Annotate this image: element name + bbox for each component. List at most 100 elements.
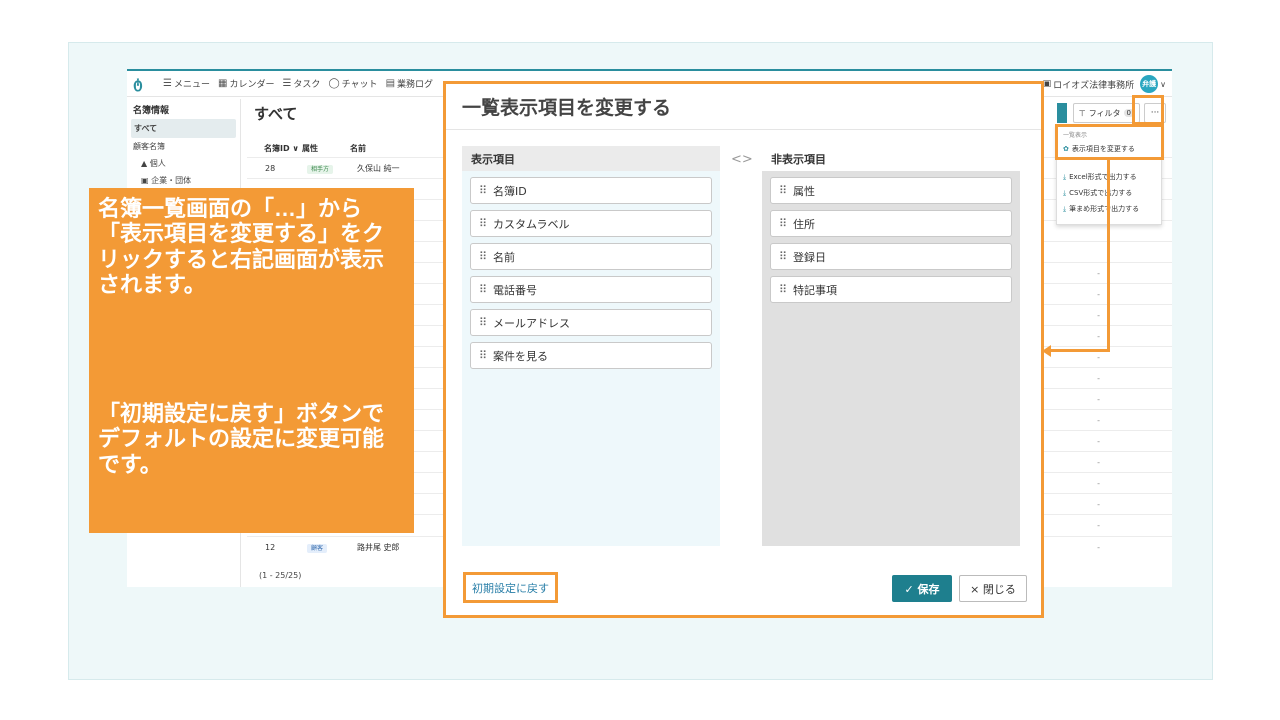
- office-name: ロイオズ法律事務所: [1053, 80, 1135, 91]
- drag-handle-icon[interactable]: ⠿: [471, 316, 493, 329]
- arrow-connector: [1049, 349, 1110, 352]
- nav-work-log[interactable]: ▤ 業務ログ: [386, 77, 433, 90]
- hidden-columns-list: ⠿ 属性 ⠿ 住所 ⠿ 登録日 ⠿ 特記事項: [762, 171, 1020, 303]
- column-item[interactable]: ⠿ 案件を見る: [470, 342, 712, 369]
- drag-handle-icon[interactable]: ⠿: [771, 250, 793, 263]
- drag-handle-icon[interactable]: ⠿: [471, 217, 493, 230]
- nav-menu[interactable]: ☰ メニュー: [163, 77, 210, 90]
- modal-title: 一覧表示項目を変更する: [446, 84, 1041, 130]
- sidebar-item-individual-label: 個人: [149, 159, 166, 168]
- nav-calendar[interactable]: ▦ カレンダー: [218, 77, 274, 90]
- close-button[interactable]: × 閉じる: [959, 575, 1027, 602]
- drag-handle-icon[interactable]: ⠿: [771, 283, 793, 296]
- drag-handle-icon[interactable]: ⠿: [471, 283, 493, 296]
- sidebar-item-company-label: 企業・団体: [151, 176, 192, 185]
- visible-columns-list: ⠿ 名簿ID ⠿ カスタムラベル ⠿ 名前 ⠿ 電話番号 ⠿ メールアドレス ⠿ 案件を見る: [462, 171, 720, 369]
- column-item[interactable]: ⠿ 住所: [770, 210, 1012, 237]
- status-badge: 顧客: [307, 543, 328, 553]
- column-item-label: 名前: [493, 250, 515, 264]
- row-id: 12: [265, 542, 276, 552]
- drag-handle-icon[interactable]: ⠿: [771, 184, 793, 197]
- add-button[interactable]: [1056, 103, 1067, 123]
- row-empty-value: -: [1097, 478, 1100, 488]
- avatar[interactable]: 弁護: [1140, 75, 1159, 93]
- nav-calendar-label: カレンダー: [229, 80, 275, 90]
- row-empty-value: -: [1097, 310, 1100, 320]
- column-item[interactable]: ⠿ 電話番号: [470, 276, 712, 303]
- column-item-label: 電話番号: [493, 283, 537, 297]
- column-id[interactable]: 名簿ID ∨: [247, 143, 302, 154]
- drag-handle-icon[interactable]: ⠿: [471, 250, 493, 263]
- column-item-label: 特記事項: [793, 283, 837, 297]
- callout-text-reset: 「初期設定に戻す」ボタンでデフォルトの設定に変更可能です。: [98, 401, 385, 477]
- sidebar-item-all[interactable]: すべて: [131, 119, 236, 138]
- hidden-columns-panel: 非表示項目 ⠿ 属性 ⠿ 住所 ⠿ 登録日 ⠿ 特記事項: [762, 146, 1020, 546]
- hidden-columns-title: 非表示項目: [762, 146, 1020, 171]
- callout-text-open-dialog: 名簿一覧画面の「…」から「表示項目を変更する」をクリックすると右記画面が表示され…: [98, 196, 385, 297]
- row-attr: 顧客: [287, 543, 357, 553]
- row-name: 路井尾 史郎: [357, 542, 400, 552]
- row-empty-value: -: [1097, 542, 1100, 552]
- hamburger-icon: ☰: [163, 78, 172, 89]
- reset-defaults-button[interactable]: 初期設定に戻す: [463, 572, 558, 603]
- column-attr[interactable]: 属性: [302, 143, 350, 154]
- row-name: 久保山 純一: [357, 163, 400, 173]
- column-item[interactable]: ⠿ 名前: [470, 243, 712, 270]
- sidebar-item-individual[interactable]: ▲ 個人: [127, 155, 240, 172]
- column-item[interactable]: ⠿ 属性: [770, 177, 1012, 204]
- download-icon: ⤓: [1063, 172, 1067, 181]
- visible-columns-panel: 表示項目 ⠿ 名簿ID ⠿ カスタムラベル ⠿ 名前 ⠿ 電話番号 ⠿ メールアドレス ⠿…: [462, 146, 720, 546]
- chat-icon: ◯: [328, 78, 340, 89]
- drag-handle-icon[interactable]: ⠿: [471, 349, 493, 362]
- task-list-icon: ☰: [282, 78, 292, 89]
- pagination-count: (1 - 25/25): [259, 571, 302, 580]
- sidebar-title: 名簿情報: [133, 106, 170, 116]
- filter-icon: ⊤: [1078, 108, 1086, 118]
- row-empty-value: -: [1097, 394, 1100, 404]
- save-button[interactable]: ✓ 保存: [892, 575, 952, 602]
- menu-item-export-fudemame-label: 筆まめ形式で出力する: [1069, 205, 1140, 213]
- filter-button[interactable]: ⊤ フィルタ 0: [1072, 103, 1140, 123]
- row-id: 28: [265, 163, 276, 173]
- download-icon: ⤓: [1063, 188, 1067, 197]
- download-icon: ⤓: [1063, 204, 1067, 213]
- row-empty-value: -: [1097, 520, 1100, 530]
- menu-item-export-csv-label: CSV形式で出力する: [1069, 189, 1133, 197]
- nav-menu-label: メニュー: [173, 80, 210, 90]
- row-empty-value: -: [1097, 268, 1100, 278]
- office-selector[interactable]: ▣ ロイオズ法律事務所: [1043, 78, 1135, 91]
- app-logo-icon[interactable]: ტ: [133, 76, 155, 92]
- row-empty-value: -: [1097, 373, 1100, 383]
- chevron-down-icon[interactable]: ∨: [1160, 80, 1166, 89]
- nav-chat[interactable]: ◯ チャット: [328, 77, 377, 90]
- column-name[interactable]: 名前: [350, 143, 366, 154]
- row-empty-value: -: [1097, 331, 1100, 341]
- drag-handle-icon[interactable]: ⠿: [771, 217, 793, 230]
- column-item[interactable]: ⠿ 名簿ID: [470, 177, 712, 204]
- column-item[interactable]: ⠿ 登録日: [770, 243, 1012, 270]
- sidebar-item-client-list[interactable]: 顧客名簿: [127, 138, 240, 155]
- swap-arrows-icon: <>: [731, 152, 753, 167]
- change-columns-modal: 一覧表示項目を変更する 表示項目 ⠿ 名簿ID ⠿ カスタムラベル ⠿ 名前 ⠿ 電話番…: [443, 81, 1044, 618]
- nav-work-log-label: 業務ログ: [397, 80, 434, 90]
- row-empty-value: -: [1097, 457, 1100, 467]
- column-item[interactable]: ⠿ 特記事項: [770, 276, 1012, 303]
- calendar-icon: ▦: [217, 78, 228, 89]
- drag-handle-icon[interactable]: ⠿: [471, 184, 493, 197]
- column-item-label: 住所: [793, 217, 815, 231]
- column-item-label: 属性: [793, 184, 815, 198]
- visible-columns-title: 表示項目: [462, 146, 720, 171]
- highlight-change-columns-item: [1055, 124, 1164, 160]
- column-item[interactable]: ⠿ カスタムラベル: [470, 210, 712, 237]
- row-empty-value: -: [1097, 415, 1100, 425]
- filter-label: フィルタ: [1088, 108, 1121, 118]
- person-icon: ▲: [141, 159, 150, 168]
- sidebar-item-company[interactable]: ▣ 企業・団体: [127, 172, 240, 189]
- status-badge: 相手方: [307, 164, 334, 174]
- nav-task[interactable]: ☰ タスク: [282, 77, 320, 90]
- row-empty-value: -: [1097, 289, 1100, 299]
- highlight-more-button: [1132, 95, 1164, 125]
- column-item[interactable]: ⠿ メールアドレス: [470, 309, 712, 336]
- column-item-label: 名簿ID: [493, 184, 527, 198]
- column-item-label: カスタムラベル: [493, 217, 570, 231]
